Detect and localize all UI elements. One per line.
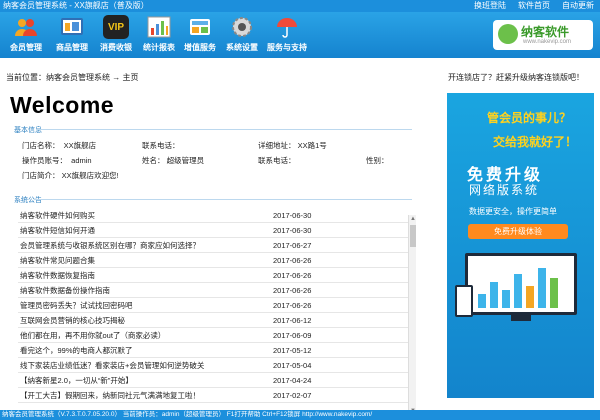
announcement-row[interactable]: 纳客软件数据恢复指南 2017-06-26 bbox=[18, 268, 408, 283]
toolbar-service-support-button[interactable]: 服务与支持 bbox=[262, 15, 312, 57]
announcement-row[interactable]: 他们都在用，再不用你就out了（商家必读） 2017-06-09 bbox=[18, 328, 408, 343]
members-icon bbox=[13, 15, 39, 39]
announcement-date: 2017-06-26 bbox=[273, 256, 312, 265]
title-bar: 纳客会员管理系统 - XX旗舰店（普及版） 换班登陆 软件首页 自动更新 bbox=[0, 0, 600, 12]
software-home-link[interactable]: 软件首页 bbox=[518, 0, 550, 12]
announcement-title[interactable]: 管理员密码丢失？试试找回密码吧 bbox=[20, 298, 133, 313]
monitor-illustration-icon bbox=[465, 253, 577, 315]
announcement-date: 2017-06-09 bbox=[273, 331, 312, 340]
announcement-title[interactable]: 纳客软件硬件如何购买 bbox=[20, 208, 95, 223]
announcement-row[interactable]: 纳客软件常见问题合集 2017-06-26 bbox=[18, 253, 408, 268]
announcement-list: 纳客软件硬件如何购买 2017-06-30 纳客软件短信如何开通 2017-06-30… bbox=[18, 208, 408, 403]
announcement-title[interactable]: 【开工大吉】假期回来，纳新同社元气满满地复工啦！ bbox=[20, 388, 200, 403]
ad-answer: 交给我就好了！ bbox=[493, 135, 578, 149]
announcement-date: 2017-04-24 bbox=[273, 376, 312, 385]
announcement-title[interactable]: 【纳客新星2.0，一切从“新”开始】 bbox=[20, 373, 133, 388]
store-name-field: 门店名称： XX旗舰店 bbox=[22, 141, 97, 150]
announcement-title[interactable]: 纳客软件常见问题合集 bbox=[20, 253, 95, 268]
announcement-row[interactable]: 线下家装店业绩低迷？看家装店+会员管理如何逆势破关 2017-05-04 bbox=[18, 358, 408, 373]
announcement-row[interactable]: 会员管理系统与收银系统区别在哪？商家应如何选择？ 2017-06-27 bbox=[18, 238, 408, 253]
announcement-row[interactable]: 纳客软件数据备份操作指南 2017-06-26 bbox=[18, 283, 408, 298]
operator-gender-field: 性别： bbox=[366, 156, 389, 165]
announcement-date: 2017-06-27 bbox=[273, 241, 312, 250]
phone-illustration-icon bbox=[455, 285, 473, 317]
ad-subline: 网络版系统 bbox=[469, 183, 540, 197]
home-panel: 当前位置：纳客会员管理系统 → 主页 Welcome 基本信息 门店名称： XX… bbox=[0, 58, 444, 415]
announcement-date: 2017-05-04 bbox=[273, 361, 312, 370]
breadcrumb: 当前位置：纳客会员管理系统 → 主页 bbox=[6, 73, 139, 82]
store-phone-field: 联系电话： bbox=[142, 141, 180, 150]
umbrella-icon bbox=[274, 15, 300, 39]
announcement-row[interactable]: 管理员密码丢失？试试找回密码吧 2017-06-26 bbox=[18, 298, 408, 313]
announcements-divider bbox=[36, 199, 412, 200]
toolbar-consume-cashier-button[interactable]: VIP 消费收银 bbox=[94, 15, 138, 57]
toolbar-system-settings-button[interactable]: 系统设置 bbox=[220, 15, 264, 57]
value-added-icon bbox=[187, 15, 213, 39]
ad-question: 管会员的事儿？ bbox=[487, 111, 572, 125]
announcement-date: 2017-06-26 bbox=[273, 271, 312, 280]
announcement-title[interactable]: 他们都在用，再不用你就out了（商家必读） bbox=[20, 328, 165, 343]
announcement-date: 2017-06-26 bbox=[273, 301, 312, 310]
announcement-title[interactable]: 纳客软件数据恢复指南 bbox=[20, 268, 95, 283]
report-chart-icon bbox=[146, 15, 172, 39]
vip-cashier-icon: VIP bbox=[103, 15, 129, 39]
window-title: 纳客会员管理系统 - XX旗舰店（普及版） bbox=[3, 1, 149, 10]
leaf-logo-icon bbox=[498, 24, 518, 44]
switch-shift-login-link[interactable]: 换班登陆 bbox=[474, 0, 506, 12]
scroll-up-icon[interactable]: ▲ bbox=[410, 215, 416, 223]
announcement-title[interactable]: 纳客软件短信如何开通 bbox=[20, 223, 95, 238]
announcement-title[interactable]: 纳客软件数据备份操作指南 bbox=[20, 283, 110, 298]
ad-tagline: 数据更安全，操作更简单 bbox=[469, 207, 557, 216]
announcement-title[interactable]: 互联网会员营销的核心技巧揭秘 bbox=[20, 313, 125, 328]
announcement-scrollbar[interactable]: ▲ ▼ bbox=[408, 215, 416, 415]
announcement-date: 2017-06-30 bbox=[273, 226, 312, 235]
upgrade-ad-banner[interactable]: 管会员的事儿？ 交给我就好了！ 免费升级 网络版系统 数据更安全，操作更简单 免… bbox=[447, 93, 594, 398]
announcement-row[interactable]: 纳客软件短信如何开通 2017-06-30 bbox=[18, 223, 408, 238]
announcement-date: 2017-06-26 bbox=[273, 286, 312, 295]
operator-phone-field: 联系电话： bbox=[258, 156, 296, 165]
toolbar-member-management-button[interactable]: 会员管理 bbox=[4, 15, 48, 57]
toolbar-statistics-report-button[interactable]: 统计报表 bbox=[137, 15, 181, 57]
announcement-date: 2017-06-30 bbox=[273, 211, 312, 220]
announcements-title: 系统公告 bbox=[14, 197, 42, 204]
toolbar-goods-management-button[interactable]: 商品管理 bbox=[50, 15, 94, 57]
store-intro-field: 门店简介： XX旗舰店欢迎您! bbox=[22, 171, 119, 180]
announcement-row[interactable]: 【纳客新星2.0，一切从“新”开始】 2017-04-24 bbox=[18, 373, 408, 388]
toolbar-value-added-service-button[interactable]: 增值服务 bbox=[178, 15, 222, 57]
basic-info-title: 基本信息 bbox=[14, 127, 42, 134]
announcement-date: 2017-06-12 bbox=[273, 316, 312, 325]
announcement-title[interactable]: 线下家装店业绩低迷？看家装店+会员管理如何逆势破关 bbox=[20, 358, 204, 373]
announcement-title[interactable]: 看完这个，99%的电商人都沉默了 bbox=[20, 343, 133, 358]
goods-icon bbox=[59, 15, 85, 39]
announcement-date: 2017-02-07 bbox=[273, 391, 312, 400]
announcement-row[interactable]: 纳客软件硬件如何购买 2017-06-30 bbox=[18, 208, 408, 223]
basic-info-divider bbox=[36, 129, 412, 130]
announcement-title[interactable]: 会员管理系统与收银系统区别在哪？商家应如何选择？ bbox=[20, 238, 200, 253]
brand-url: www.nakevip.com bbox=[523, 39, 572, 45]
brand-logo: 纳客软件 www.nakevip.com bbox=[493, 20, 593, 50]
monitor-stand-icon bbox=[511, 315, 531, 321]
status-bar: 纳客会员管理系统（V.7.3.T.0.7.05.20.0） 当前操作员：admi… bbox=[0, 410, 600, 420]
store-address-field: 详细地址： XX路1号 bbox=[258, 141, 327, 150]
upgrade-chain-link[interactable]: 开连锁店了？赶紧升级纳客连锁版吧！ bbox=[448, 72, 584, 83]
settings-gear-icon bbox=[229, 15, 255, 39]
announcement-row[interactable]: 【开工大吉】假期回来，纳新同社元气满满地复工啦！ 2017-02-07 bbox=[18, 388, 408, 403]
auto-update-link[interactable]: 自动更新 bbox=[562, 0, 594, 12]
brand-name: 纳客软件 bbox=[521, 25, 570, 39]
announcement-row[interactable]: 互联网会员营销的核心技巧揭秘 2017-06-12 bbox=[18, 313, 408, 328]
free-upgrade-button[interactable]: 免费升级体验 bbox=[468, 224, 568, 239]
announcement-date: 2017-05-12 bbox=[273, 346, 312, 355]
operator-name-field: 姓名： 超级管理员 bbox=[142, 156, 205, 165]
operator-account-field: 操作员账号： admin bbox=[22, 156, 92, 165]
announcement-row[interactable]: 看完这个，99%的电商人都沉默了 2017-05-12 bbox=[18, 343, 408, 358]
scrollbar-thumb[interactable] bbox=[410, 225, 416, 247]
welcome-heading: Welcome bbox=[10, 92, 115, 118]
